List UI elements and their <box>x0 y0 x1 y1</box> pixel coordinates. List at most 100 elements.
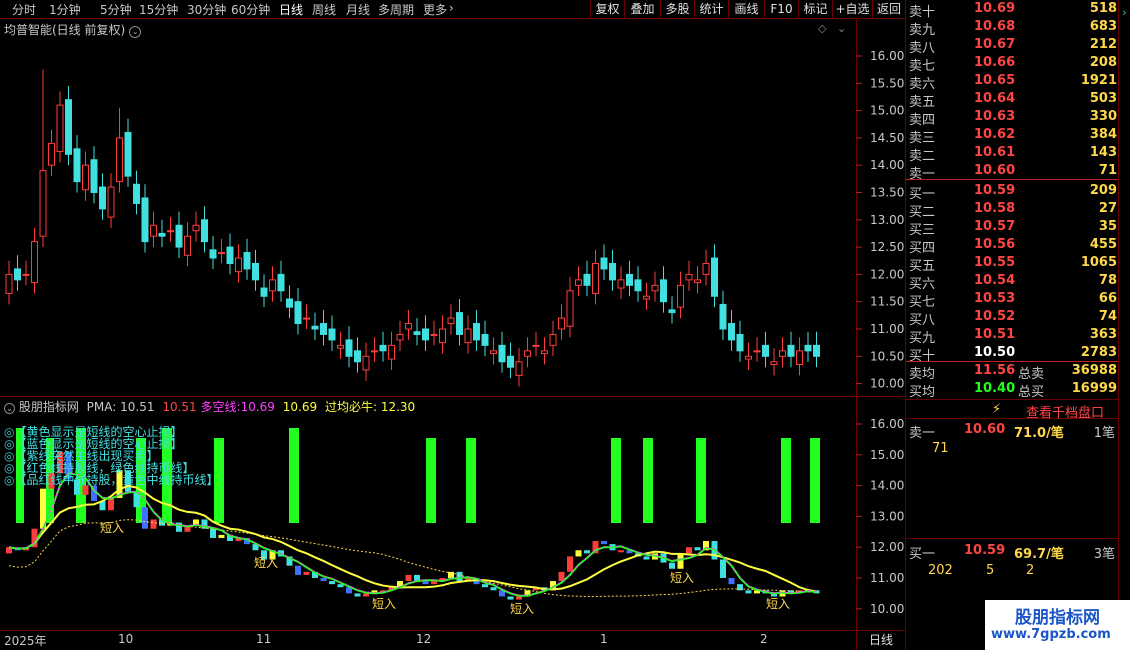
candlestick-chart[interactable]: 16.00 15.50 15.00 14.50 14.00 13.50 13.00 12.50… <box>0 19 905 397</box>
settings-icon[interactable]: ⌄ <box>4 403 15 414</box>
candle-body <box>269 279 276 292</box>
chevron-right-icon[interactable]: › <box>449 1 454 15</box>
candle-body <box>167 230 174 233</box>
bid-level-row[interactable]: 买十 10.50 2783 <box>906 344 1119 364</box>
candle-body <box>736 333 744 352</box>
bid-level-row[interactable]: 买三 10.57 35 <box>906 218 1119 238</box>
bid-level-row[interactable]: 买九 10.51 363 <box>906 326 1119 346</box>
bid-level-row[interactable]: 买七 10.53 66 <box>906 290 1119 310</box>
ask-level-row[interactable]: 卖六 10.65 1921 <box>906 72 1119 92</box>
chevron-down-icon[interactable]: ⌄ <box>129 26 142 38</box>
overlay-button[interactable]: 叠加 <box>624 0 660 19</box>
indicator-candle <box>150 519 157 529</box>
level-volume: 208 <box>1089 55 1117 70</box>
f10-button[interactable]: F10 <box>764 0 798 19</box>
candle-body <box>532 344 540 347</box>
level-price: 10.63 <box>974 109 1016 124</box>
ask-level-row[interactable]: 卖三 10.62 384 <box>906 126 1119 146</box>
period-tab-15min[interactable]: 15分钟 <box>139 1 178 18</box>
thousand-level-button[interactable]: ⚡ 查看千档盘口 <box>906 399 1119 421</box>
ask-level-row[interactable]: 卖一 10.60 71 <box>906 162 1119 182</box>
indicator-tick-label: 15.00 <box>870 448 904 462</box>
period-tab-multi[interactable]: 多周期 <box>378 1 414 18</box>
candle-body <box>260 287 268 297</box>
candle-body <box>796 350 803 365</box>
side-tab-marker: › <box>1122 6 1127 19</box>
level-price: 10.61 <box>974 145 1016 160</box>
level-volume: 66 <box>1098 291 1117 306</box>
chevron-down-icon[interactable]: ⌄ <box>837 22 846 35</box>
indicator-candle <box>728 578 735 585</box>
candle-body <box>558 317 565 330</box>
period-tab-weekly[interactable]: 周线 <box>312 1 336 18</box>
ask-level-row[interactable]: 卖五 10.64 503 <box>906 90 1119 110</box>
signal-bar <box>426 438 436 523</box>
period-tab-5min[interactable]: 5分钟 <box>100 1 132 18</box>
candle-body <box>456 312 463 335</box>
period-tab-daily[interactable]: 日线 <box>279 1 303 18</box>
pma-label: PMA: <box>86 400 117 414</box>
candle-body <box>694 279 701 284</box>
dkx-label: 多空线: <box>200 400 241 414</box>
side-tab-strip[interactable]: › <box>1118 0 1130 600</box>
bid-level-row[interactable]: 买四 10.56 455 <box>906 236 1119 256</box>
candle-body <box>507 355 514 368</box>
bid1-price: 10.59 <box>964 543 1006 558</box>
chart-title-text: 均普智能(日线 前复权) <box>4 23 126 37</box>
period-tab-1min[interactable]: 1分钟 <box>49 1 81 18</box>
indicator-candle <box>210 528 216 538</box>
legend-text: 【品红线中线持股，黄色中线持币线】 <box>14 473 219 487</box>
period-tab-60min[interactable]: 60分钟 <box>231 1 270 18</box>
indicator-name[interactable]: 股朋指标网 <box>19 400 79 414</box>
period-tab-more[interactable]: 更多 <box>423 1 447 18</box>
level-volume: 455 <box>1089 237 1117 252</box>
level-volume: 330 <box>1089 109 1117 124</box>
add-favorite-button[interactable]: +自选 <box>832 0 872 19</box>
back-button[interactable]: 返回 <box>872 0 905 19</box>
indicator-candle <box>295 565 301 575</box>
signal-bar <box>611 438 621 523</box>
candle-body <box>388 344 395 360</box>
multi-stock-button[interactable]: 多股 <box>660 0 694 19</box>
statistics-button[interactable]: 统计 <box>694 0 728 19</box>
period-tab-fenshi[interactable]: 分时 <box>12 1 36 18</box>
diamond-icon[interactable]: ◇ <box>818 22 826 35</box>
ask-level-row[interactable]: 卖八 10.67 212 <box>906 36 1119 56</box>
candle-body <box>141 197 149 243</box>
period-tab-30min[interactable]: 30分钟 <box>187 1 226 18</box>
ask-level-row[interactable]: 卖十 10.69 518 <box>906 0 1119 20</box>
indicator-candle <box>669 562 675 569</box>
level-volume: 71 <box>1098 163 1117 178</box>
candle-body <box>549 333 557 346</box>
period-indicator[interactable]: 日线 <box>856 630 905 650</box>
candle-body <box>56 104 64 153</box>
level-price: 10.62 <box>974 127 1016 142</box>
price-tick-label: 15.00 <box>870 104 904 118</box>
indicator-candle <box>329 581 335 585</box>
pma-value-2: 10.51 <box>162 400 197 414</box>
bid-level-row[interactable]: 买八 10.52 74 <box>906 308 1119 328</box>
level-volume: 683 <box>1089 19 1117 34</box>
restore-rights-button[interactable]: 复权 <box>590 0 624 19</box>
candle-body <box>702 262 710 275</box>
short-entry-signal: 短入 <box>510 602 534 616</box>
ask-level-row[interactable]: 卖七 10.66 208 <box>906 54 1119 74</box>
short-entry-signal: 短入 <box>766 597 790 611</box>
ask-level-row[interactable]: 卖二 10.61 143 <box>906 144 1119 164</box>
bid-level-row[interactable]: 买二 10.58 27 <box>906 200 1119 220</box>
ask-level-row[interactable]: 卖九 10.68 683 <box>906 18 1119 38</box>
level-volume: 1921 <box>1080 73 1117 88</box>
candle-body <box>235 257 242 273</box>
draw-line-button[interactable]: 画线 <box>728 0 764 19</box>
ask-level-row[interactable]: 卖四 10.63 330 <box>906 108 1119 128</box>
period-tab-monthly[interactable]: 月线 <box>346 1 370 18</box>
candle-body <box>770 361 778 365</box>
bid-level-row[interactable]: 买一 10.59 209 <box>906 182 1119 202</box>
bid-level-row[interactable]: 买六 10.54 78 <box>906 272 1119 292</box>
price-tick-label: 13.50 <box>870 186 904 200</box>
candle-body <box>481 333 489 346</box>
indicator-candle <box>405 574 412 582</box>
mark-button[interactable]: 标记 <box>798 0 832 19</box>
candle-body <box>286 298 293 308</box>
bid-level-row[interactable]: 买五 10.55 1065 <box>906 254 1119 274</box>
